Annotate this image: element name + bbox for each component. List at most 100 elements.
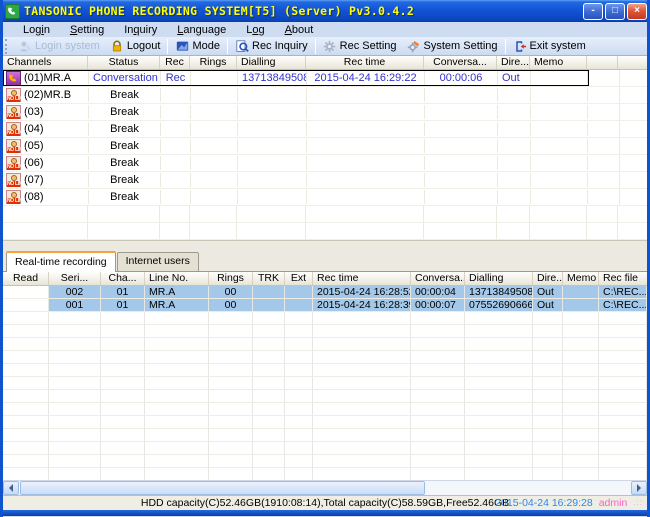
no-line-icon: NO LINE (6, 122, 21, 136)
col-header-rec-file[interactable]: Rec file (599, 272, 647, 285)
scroll-right-button[interactable] (631, 481, 647, 495)
col-header-direction[interactable]: Dire... (497, 56, 530, 69)
toolbar-grip[interactable] (5, 39, 10, 54)
tab-internet-users[interactable]: Internet users (117, 252, 199, 271)
system-setting-button[interactable]: System Setting (402, 38, 503, 54)
toolbar-separator (227, 39, 228, 54)
col-header-memo[interactable]: Memo (530, 56, 587, 69)
col-header-dialling[interactable]: Dialling (465, 272, 533, 285)
magnifier-icon (235, 39, 249, 53)
channel-row-05[interactable]: NO LINE(05) Break (3, 138, 647, 155)
col-header-ext[interactable]: Ext (285, 272, 313, 285)
no-line-icon: NO LINE (6, 105, 21, 119)
phone-conversation-icon (6, 71, 21, 85)
empty-row (3, 364, 647, 377)
records-table: Read Seri... Cha... Line No. Rings TRK E… (3, 271, 647, 480)
record-rec-time: 2015-04-24 16:28:52 (313, 286, 411, 298)
menu-inquiry[interactable]: Inquiry (114, 23, 167, 37)
record-rec-time: 2015-04-24 16:28:39 (313, 299, 411, 311)
empty-row (3, 455, 647, 468)
col-header-trk[interactable]: TRK (253, 272, 285, 285)
scrollbar-track[interactable] (426, 481, 631, 495)
window-title: TANSONIC PHONE RECORDING SYSTEM[T5] (Ser… (24, 4, 583, 18)
col-header-memo[interactable]: Memo (563, 272, 599, 285)
col-header-dialling[interactable]: Dialling (237, 56, 306, 69)
rec-setting-button[interactable]: Rec Setting (318, 38, 402, 54)
empty-row (3, 312, 647, 325)
tab-realtime-recording[interactable]: Real-time recording (6, 251, 116, 272)
channel-row-03[interactable]: NO LINE(03) Break (3, 104, 647, 121)
record-row-002[interactable]: 002 01 MR.A 00 2015-04-24 16:28:52 00:00… (3, 286, 647, 299)
no-line-icon: NO LINE (6, 139, 21, 153)
col-header-rings[interactable]: Rings (209, 272, 253, 285)
close-button[interactable]: × (627, 3, 647, 20)
record-dialling: 075526906661 (465, 299, 533, 311)
col-header-channel[interactable]: Cha... (101, 272, 145, 285)
col-header-serial[interactable]: Seri... (49, 272, 101, 285)
channel-row-07[interactable]: NO LINE(07) Break (3, 172, 647, 189)
col-header-conversation[interactable]: Conversa... (411, 272, 465, 285)
channel-rings (191, 71, 238, 85)
menu-about[interactable]: About (275, 23, 324, 37)
exit-icon (513, 39, 527, 53)
record-conversation: 00:00:07 (411, 299, 465, 311)
col-header-rec[interactable]: Rec (160, 56, 190, 69)
channel-row-08[interactable]: NO LINE(08) Break (3, 189, 647, 206)
record-line-no: MR.A (145, 286, 209, 298)
channel-status: Break (89, 105, 161, 119)
toolbar-separator (315, 39, 316, 54)
exit-system-button[interactable]: Exit system (508, 38, 591, 54)
record-ext (285, 286, 313, 298)
channel-status: Break (89, 173, 161, 187)
rec-inquiry-button[interactable]: Rec Inquiry (230, 38, 313, 54)
col-header-conversation[interactable]: Conversa... (424, 56, 497, 69)
records-empty-rows (3, 312, 647, 480)
no-line-icon: NO LINE (6, 88, 21, 102)
menu-login[interactable]: Login (13, 23, 60, 37)
status-bar: HDD capacity(C)52.46GB(1910:08:14),Total… (3, 495, 647, 510)
record-line-no: MR.A (145, 299, 209, 311)
mode-button[interactable]: Mode (170, 38, 225, 54)
logout-button[interactable]: Logout (105, 38, 166, 54)
empty-row (3, 206, 647, 223)
login-system-icon (18, 39, 32, 53)
channel-row-02[interactable]: NO LINE(02)MR.B Break (3, 87, 647, 104)
menu-log[interactable]: Log (236, 23, 274, 37)
no-line-icon: NO LINE (6, 190, 21, 204)
col-header-read[interactable]: Read (3, 272, 49, 285)
record-channel: 01 (101, 299, 145, 311)
col-header-line-no[interactable]: Line No. (145, 272, 209, 285)
col-header-rec-time[interactable]: Rec time (313, 272, 411, 285)
channel-rec: Rec (161, 71, 191, 85)
col-header-channels[interactable]: Channels (3, 56, 88, 69)
menu-setting[interactable]: Setting (60, 23, 114, 37)
login-system-button[interactable]: Login system (13, 38, 105, 54)
toolbar-separator (505, 39, 506, 54)
maximize-button[interactable]: □ (605, 3, 625, 20)
mode-icon (175, 39, 189, 53)
channel-dialling: 13713849508 (238, 71, 307, 85)
record-trk (253, 299, 285, 311)
scrollbar-thumb[interactable] (20, 481, 425, 495)
col-header-rec-time[interactable]: Rec time (306, 56, 424, 69)
horizontal-scrollbar (3, 480, 647, 495)
channel-row-06[interactable]: NO LINE(06) Break (3, 155, 647, 172)
record-row-001[interactable]: 001 01 MR.A 00 2015-04-24 16:28:39 00:00… (3, 299, 647, 312)
splitter-band[interactable] (3, 240, 647, 248)
channel-label: (08) (24, 190, 44, 204)
col-header-rings[interactable]: Rings (190, 56, 237, 69)
record-memo (563, 299, 599, 311)
channel-row-01[interactable]: (01)MR.A Conversation Rec 13713849508 20… (3, 70, 647, 87)
record-direction: Out (533, 286, 563, 298)
empty-row (3, 416, 647, 429)
channel-direction: Out (498, 71, 531, 85)
resize-grip[interactable]: .:: (633, 496, 643, 510)
channel-status: Break (89, 156, 161, 170)
col-header-direction[interactable]: Dire... (533, 272, 563, 285)
menu-language[interactable]: Language (167, 23, 236, 37)
channel-row-04[interactable]: NO LINE(04) Break (3, 121, 647, 138)
col-header-status[interactable]: Status (88, 56, 160, 69)
minimize-button[interactable]: - (583, 3, 603, 20)
gear-icon (323, 39, 337, 53)
scroll-left-button[interactable] (3, 481, 19, 495)
